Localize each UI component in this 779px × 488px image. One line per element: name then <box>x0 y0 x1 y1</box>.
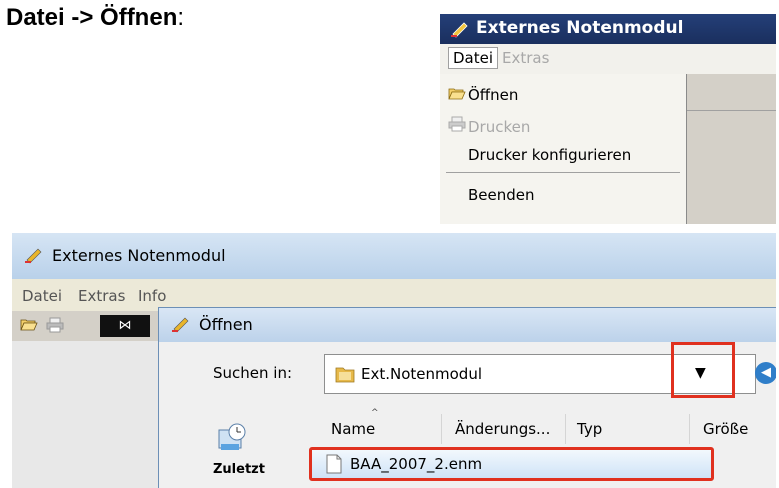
menu-datei[interactable]: Datei <box>22 287 62 305</box>
sort-arrow-icon: ^ <box>371 408 379 418</box>
chevron-down-icon: ▼ <box>695 365 706 381</box>
menu-item-drucken[interactable]: Drucken <box>448 116 530 136</box>
column-header-modified[interactable]: Änderungs... <box>455 420 550 438</box>
window-title: Externes Notenmodul <box>476 18 684 38</box>
toolbar-dark-icon[interactable]: ⋈ <box>100 315 150 337</box>
folder-open-icon <box>448 86 468 104</box>
main-toolbar: ⋈ <box>12 311 172 341</box>
menu-extras[interactable]: Extras <box>502 49 549 67</box>
places-label: Zuletzt <box>213 462 265 477</box>
heading-text: Datei -> Öffnen <box>6 4 178 31</box>
menu-separator <box>446 172 680 173</box>
look-in-label: Suchen in: <box>213 364 293 382</box>
main-window-title: Externes Notenmodul <box>52 246 226 265</box>
dialog-titlebar: Öffnen <box>159 308 776 342</box>
column-divider <box>689 414 690 444</box>
open-file-dialog: Öffnen Suchen in: Ext.Notenmodul ▼ ◀ Zul… <box>158 307 776 488</box>
instruction-heading: Datei -> Öffnen: <box>6 4 184 32</box>
menu-item-beenden[interactable]: Beenden <box>468 186 535 204</box>
look-in-dropdown-button-highlight[interactable]: ▼ <box>671 342 735 398</box>
menu-info[interactable]: Info <box>138 287 166 305</box>
heading-suffix: : <box>177 4 185 31</box>
menu-item-label: Beenden <box>468 186 535 204</box>
menu-extras[interactable]: Extras <box>78 287 125 305</box>
open-dialog-screenshot: Externes Notenmodul Datei Extras Info ⋈ … <box>12 233 776 488</box>
datei-dropdown-menu: Öffnen Drucken Drucker konfigurieren Bee… <box>440 74 687 224</box>
column-header-name[interactable]: Name <box>331 420 375 438</box>
app-pen-icon <box>451 22 468 38</box>
back-arrow-icon[interactable]: ◀ <box>755 362 776 384</box>
window-titlebar: Externes Notenmodul <box>440 14 776 44</box>
menu-datei[interactable]: Datei <box>448 47 499 69</box>
column-header-type[interactable]: Typ <box>577 420 602 438</box>
menu-bar: Datei Extras <box>440 44 776 74</box>
look-in-value: Ext.Notenmodul <box>361 365 483 383</box>
dialog-title: Öffnen <box>199 315 253 334</box>
recent-places-icon <box>218 423 246 450</box>
menu-screenshot: Externes Notenmodul Datei Extras Öffnen … <box>440 14 776 224</box>
main-window-titlebar: Externes Notenmodul <box>12 233 776 280</box>
places-bar-item-recent[interactable]: Zuletzt <box>189 420 279 488</box>
menu-item-label: Drucken <box>468 118 531 136</box>
column-header-size[interactable]: Größe <box>703 420 748 438</box>
file-icon <box>326 454 342 474</box>
file-name: BAA_2007_2.enm <box>350 455 483 473</box>
menu-item-oeffnen[interactable]: Öffnen <box>448 86 518 104</box>
app-pen-icon <box>172 317 189 333</box>
menu-item-drucker-konfigurieren[interactable]: Drucker konfigurieren <box>468 146 631 164</box>
open-folder-icon[interactable] <box>20 317 38 335</box>
app-pen-icon <box>25 248 42 264</box>
print-icon[interactable] <box>46 317 64 337</box>
file-row-highlight[interactable]: BAA_2007_2.enm <box>309 447 714 481</box>
folder-icon <box>335 367 355 383</box>
printer-icon <box>448 116 468 136</box>
column-divider <box>565 414 566 444</box>
menu-item-label: Öffnen <box>468 86 519 104</box>
column-divider <box>441 414 442 444</box>
main-window-left-pane <box>12 341 173 488</box>
menu-item-label: Drucker konfigurieren <box>468 146 632 164</box>
window-body <box>686 74 776 224</box>
